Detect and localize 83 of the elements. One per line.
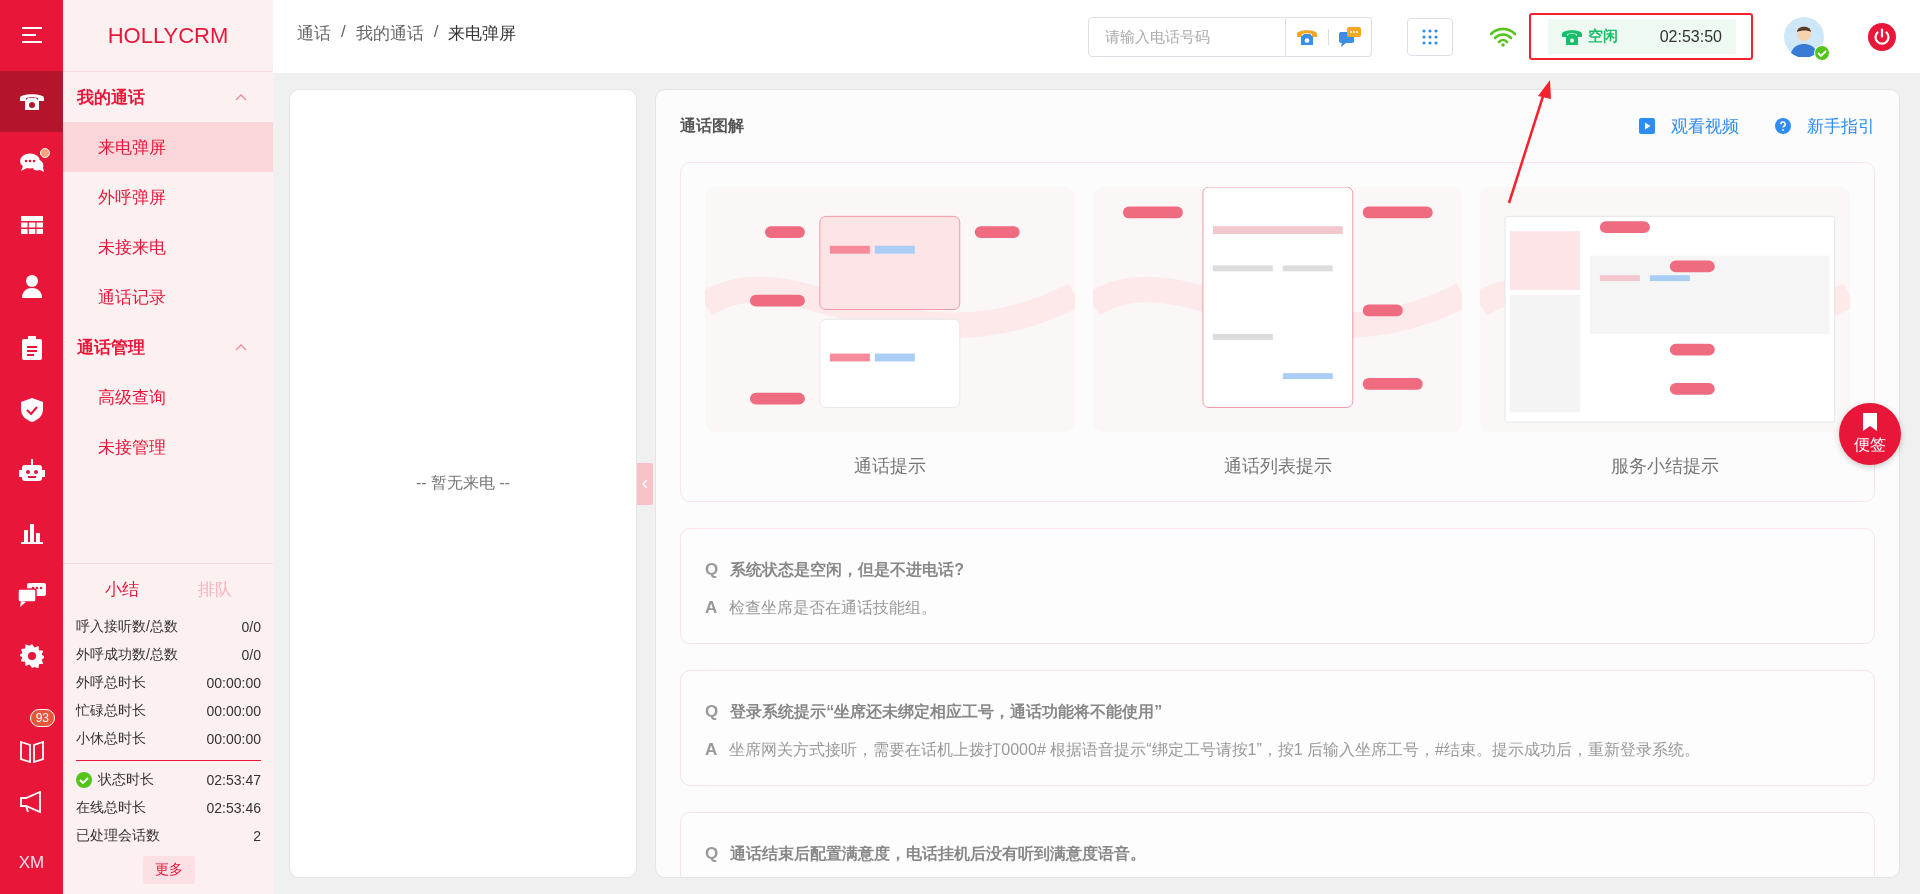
caret-icon [235,93,247,101]
rail-item[interactable]: 93 [0,687,63,771]
rail-item[interactable] [0,70,63,133]
chevron-left-icon [642,478,648,489]
book-icon [18,738,45,763]
breadcrumb-link[interactable]: 我的通话 [355,22,424,45]
stat-value: 0/0 [241,647,261,663]
empty-state-text: -- 暂无来电 -- [415,473,511,493]
stat-value: 00:00:00 [206,675,261,691]
menu-item[interactable]: 外呼弹屏 [63,172,273,222]
diagram-caption: 通话提示 [853,455,926,478]
stat-value: 00:00:00 [206,703,261,719]
faq-answer: 坐席网关方式接听，需要在话机上拨打0000# 根据语音提示“绑定工号请按1”，按1 后输入坐席工号，#结束。提示成功后，重新登录系统。 [729,740,1700,760]
status-label: 空闲 [1588,27,1618,46]
menu-item[interactable]: 来电弹屏 [63,122,273,172]
bookmark-icon [1863,412,1877,431]
user-avatar[interactable] [1784,16,1824,57]
grid-icon [20,215,43,234]
count-badge: 93 [29,709,55,728]
stat-value: 00:00:00 [206,731,261,747]
rail-item[interactable]: XM [0,832,63,894]
dialpad-icon [1422,28,1438,45]
stat-label: 状态时长 [98,771,154,789]
faq-question: 系统状态是空闲，但是不进电话? [730,560,964,580]
section-title: 通话图解 [680,115,744,136]
telephone-icon [1562,28,1582,45]
guide-link[interactable]: 观看视频 [1639,114,1739,138]
faq-answer: 检查坐席是否在通话技能组。 [729,598,938,618]
collapse-handle[interactable] [637,462,653,505]
stat-label: 在线总时长 [76,799,146,817]
more-button[interactable]: 更多 [142,856,195,884]
answer-mark-label: A [705,597,718,619]
question-mark-label: Q [705,701,719,723]
stat-label: 外呼总时长 [76,674,146,692]
robot-icon [18,459,45,484]
breadcrumb-separator: / [433,22,439,43]
stat-label: 外呼成功数/总数 [76,646,178,664]
phone-number-field[interactable]: 请输入电话号码 [1088,16,1286,57]
chat-bubbles-icon [1339,26,1361,47]
clipboard-icon [21,336,42,361]
guide-link[interactable]: 新手指引 [1775,114,1875,138]
breadcrumb-separator: / [341,22,346,43]
menu-icon [20,26,43,45]
power-icon [1868,22,1896,51]
settings-icon [19,644,44,669]
user-initials: XM [18,853,45,874]
wifi-signal-icon [1490,26,1516,47]
stat-label: 呼入接听数/总数 [76,618,178,636]
menu-group-header[interactable]: 通话管理 [63,322,273,372]
menu-group-header[interactable]: 我的通话 [63,72,273,122]
summary-tab[interactable]: 小结 [95,572,150,607]
question-mark-label: Q [705,559,719,581]
faq-question: 通话结束后配置满意度，电话挂机后没有听到满意度语音。 [730,844,1147,864]
stat-value: 2 [253,828,261,844]
stat-value: 02:53:46 [206,800,261,816]
menu-item[interactable]: 通话记录 [63,272,273,322]
agent-status[interactable]: 空闲 02:53:50 [1548,19,1736,54]
person-icon [20,274,43,299]
chat-bubbles-icon [17,582,46,607]
telephone-icon [1297,27,1317,46]
breadcrumb-link[interactable]: 通话 [297,22,331,45]
answer-mark-label: A [705,739,718,761]
help-icon [1775,118,1791,134]
diagram-caption: 通话列表提示 [1223,455,1332,478]
menu-item[interactable]: 未接来电 [63,222,273,272]
caret-icon [235,343,247,351]
play-icon [1639,118,1655,134]
faq-question: 登录系统提示“坐席还未绑定相应工号，通话功能将不能使用” [730,702,1163,722]
stat-value: 02:53:47 [206,772,261,788]
menu-item[interactable]: 高级查询 [63,372,273,422]
question-mark-label: Q [705,843,719,865]
chat-icon [18,152,45,175]
status-timer: 02:53:50 [1659,27,1722,46]
stat-label: 忙碌总时长 [76,702,146,720]
menu-item[interactable]: 未接管理 [63,422,273,472]
stat-label: 已处理会话数 [76,827,160,845]
stat-value: 0/0 [241,619,261,635]
breadcrumb-link[interactable]: 来电弹屏 [448,22,517,45]
logout-button[interactable] [1868,22,1896,51]
stat-label: 小休总时长 [76,730,146,748]
diagram-caption: 服务小结提示 [1611,455,1720,478]
shield-icon [20,397,43,422]
bar-chart-icon [20,522,43,545]
